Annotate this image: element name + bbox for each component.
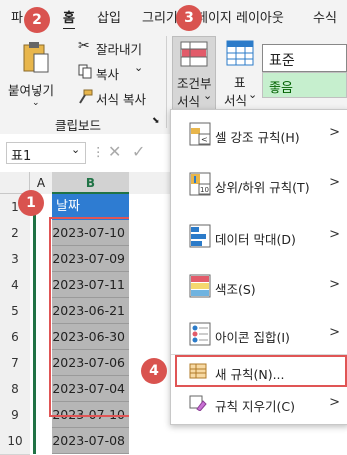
step-badge-1: 1 — [18, 190, 44, 216]
group-divider — [166, 36, 167, 128]
chevron-down-icon: ⌄ — [248, 88, 258, 101]
chevron-right-icon: > — [329, 227, 340, 242]
chevron-right-icon: > — [329, 277, 340, 292]
chevron-right-icon: > — [329, 125, 340, 140]
selection-border — [33, 194, 36, 454]
chevron-down-icon[interactable]: ⌄ — [71, 143, 80, 156]
tab-home[interactable]: 홈 — [63, 7, 75, 26]
dialog-launcher-icon[interactable]: ⬊ — [152, 116, 160, 126]
menu-item-label: 아이콘 집합(I) — [215, 330, 290, 345]
column-header-c[interactable] — [129, 172, 174, 195]
step-badge-4: 4 — [141, 358, 167, 384]
copy-button[interactable]: 복사 ⌄ — [78, 61, 168, 83]
chevron-down-icon[interactable]: ⌄ — [134, 61, 143, 74]
clipboard-group-label: 클립보드 — [55, 118, 102, 133]
conditional-formatting-button[interactable]: 조건부 서식 ⌄ — [172, 36, 216, 112]
row-header[interactable]: 5 — [0, 298, 30, 325]
paintbrush-icon — [79, 89, 93, 104]
menu-item-icon-sets[interactable]: 아이콘 집합(I) > — [171, 316, 347, 354]
row-header[interactable]: 6 — [0, 324, 30, 351]
format-as-table-label-2: 서식 — [224, 93, 248, 108]
format-painter-button[interactable]: 서식 복사 — [78, 88, 168, 108]
table-icon — [226, 40, 254, 66]
menu-item-label: 데이터 막대(D) — [215, 232, 296, 247]
selection-highlight — [49, 217, 132, 417]
row-header[interactable]: 7 — [0, 350, 30, 377]
tab-insert[interactable]: 삽입 — [97, 7, 121, 26]
paste-icon — [23, 42, 49, 73]
style-good-label: 좋음 — [269, 81, 293, 96]
scissors-icon: ✂ — [78, 38, 90, 54]
ribbon-tab-bar: 파 홈 삽입 그리기 페이지 레이아웃 수식 — [0, 0, 347, 30]
menu-item-label: 상위/하위 규칙(T) — [215, 180, 310, 195]
cancel-icon[interactable]: ✕ — [108, 142, 121, 161]
copy-label: 복사 — [96, 67, 120, 82]
cut-button[interactable]: ✂ 잘라내기 — [78, 38, 168, 58]
color-scales-icon — [189, 274, 211, 298]
tab-page-layout[interactable]: 페이지 레이아웃 — [196, 7, 284, 26]
menu-item-label: 색조(S) — [215, 282, 256, 297]
svg-text:10: 10 — [200, 186, 209, 194]
chevron-right-icon: > — [329, 325, 340, 340]
row-header[interactable]: 9 — [0, 402, 30, 429]
chevron-down-icon: ⌄ — [203, 89, 213, 102]
menu-item-color-scales[interactable]: 색조(S) > — [171, 268, 347, 306]
row-header[interactable]: 4 — [0, 272, 30, 299]
format-as-table-label-1: 표 — [234, 75, 246, 90]
name-box-value: 표1 — [11, 149, 32, 164]
format-painter-label: 서식 복사 — [96, 92, 146, 107]
chevron-right-icon: > — [329, 175, 340, 190]
style-normal-label: 표준 — [269, 53, 295, 69]
row-header[interactable]: 3 — [0, 246, 30, 273]
highlight-cells-rules-icon: < — [189, 122, 211, 146]
paste-button[interactable]: 붙여넣기 ⌄ — [8, 40, 58, 108]
tab-formulas[interactable]: 수식 — [313, 7, 337, 26]
tab-draw[interactable]: 그리기 — [142, 7, 178, 26]
format-as-table-button[interactable]: 표 서식 ⌄ — [220, 36, 260, 112]
menu-item-label: 규칙 지우기(C) — [215, 399, 295, 414]
new-rule-highlight — [175, 355, 347, 387]
separator-dots: ⋮ — [92, 144, 105, 159]
date-cell[interactable]: 2023-07-08 — [52, 428, 129, 454]
row-header[interactable]: 10 — [0, 428, 30, 455]
conditional-formatting-icon — [180, 41, 208, 67]
row-header[interactable]: 2 — [0, 220, 30, 247]
menu-item-top-bottom-rules[interactable]: 10 상위/하위 규칙(T) > — [171, 166, 347, 204]
chevron-down-icon: ⌄ — [32, 98, 40, 108]
data-bars-icon — [189, 224, 211, 248]
tab-file[interactable]: 파 — [11, 7, 23, 26]
row-header[interactable]: 8 — [0, 376, 30, 403]
menu-item-label: 셀 강조 규칙(H) — [215, 130, 300, 145]
paste-label: 붙여넣기 — [8, 83, 55, 98]
conditional-formatting-label-2: 서식 — [177, 94, 201, 109]
step-badge-2: 2 — [24, 7, 50, 33]
style-normal[interactable]: 표준 — [262, 44, 347, 72]
menu-item-highlight-cells-rules[interactable]: < 셀 강조 규칙(H) > — [171, 116, 347, 154]
style-good[interactable]: 좋음 — [262, 72, 347, 98]
top-bottom-rules-icon: 10 — [189, 172, 211, 196]
svg-text:<: < — [201, 135, 208, 144]
copy-icon — [78, 64, 92, 79]
step-badge-3: 3 — [176, 5, 202, 31]
name-box[interactable]: 표1 ⌄ — [6, 142, 86, 164]
cut-label: 잘라내기 — [96, 42, 143, 57]
clear-rules-icon — [189, 395, 207, 411]
menu-item-data-bars[interactable]: 데이터 막대(D) > — [171, 218, 347, 256]
confirm-icon[interactable]: ✓ — [132, 142, 145, 161]
column-header-b[interactable]: B — [52, 172, 129, 194]
icon-sets-icon — [189, 322, 211, 346]
conditional-formatting-menu: < 셀 강조 규칙(H) > 10 상위/하위 규칙(T) > 데이터 막대(D… — [170, 109, 347, 425]
chevron-right-icon: > — [329, 395, 340, 410]
column-c-cells[interactable] — [129, 194, 174, 423]
menu-item-clear-rules[interactable]: 규칙 지우기(C) > — [171, 389, 347, 419]
